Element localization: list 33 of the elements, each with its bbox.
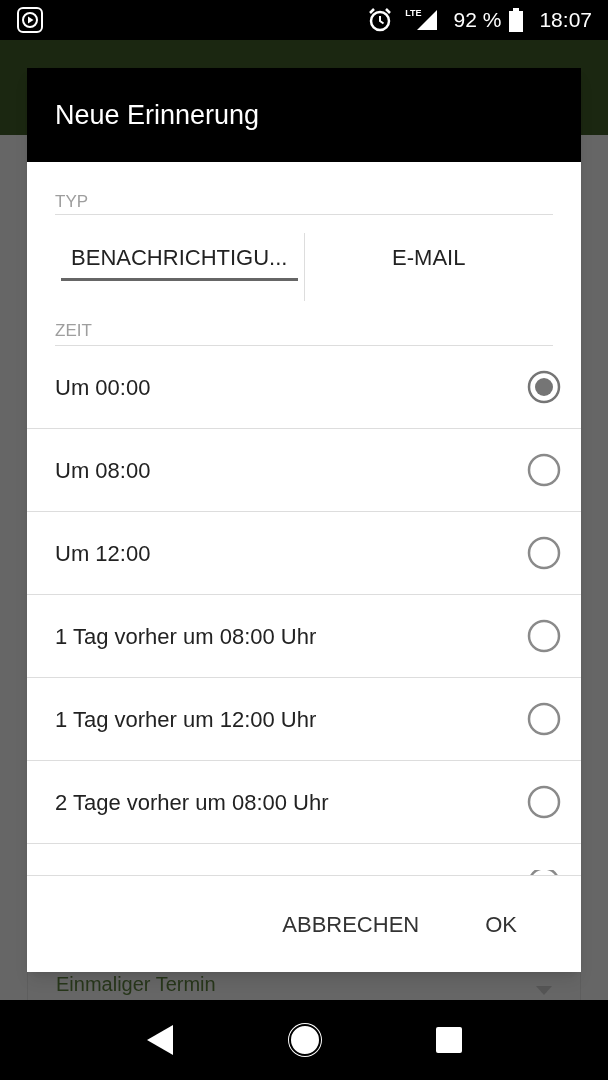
dropdown-value: Einmaliger Termin bbox=[56, 972, 216, 996]
radio-button[interactable] bbox=[527, 453, 561, 487]
option-label: 1 Tag vorher um 12:00 Uhr bbox=[55, 705, 317, 734]
home-icon[interactable] bbox=[286, 1021, 324, 1059]
option-label: 1 Tag vorher um 08:00 Uhr bbox=[55, 622, 317, 651]
option-row[interactable]: Um 08:00 bbox=[27, 429, 581, 512]
tab[interactable]: BENACHRICHTIGU... bbox=[61, 233, 298, 281]
section-label: ZEIT bbox=[55, 321, 553, 346]
option-label: Um 00:00 bbox=[55, 373, 151, 402]
option-row[interactable]: Um 12:00 bbox=[27, 512, 581, 595]
radio-button[interactable] bbox=[527, 702, 561, 736]
option-row[interactable]: 2 Tage vorher um 08:00 Uhr bbox=[27, 761, 581, 844]
radio-button[interactable] bbox=[527, 619, 561, 653]
battery-icon bbox=[509, 8, 524, 32]
tab[interactable]: E-MAIL bbox=[310, 233, 547, 281]
option-row[interactable]: Um 00:00 bbox=[27, 346, 581, 429]
dialog-button[interactable]: ABBRECHEN bbox=[274, 899, 428, 949]
radio-button[interactable] bbox=[527, 370, 561, 404]
section-label: TYP bbox=[55, 192, 553, 215]
dialog-title: Neue Erinnerung bbox=[55, 98, 260, 132]
option-label: Um 12:00 bbox=[55, 539, 151, 568]
radio-button[interactable] bbox=[527, 536, 561, 570]
option-row[interactable]: 1 Tag vorher um 12:00 Uhr bbox=[27, 678, 581, 761]
dialog-button[interactable]: OK bbox=[477, 899, 525, 949]
option-label: Um 08:00 bbox=[55, 456, 151, 485]
media-player-icon bbox=[16, 6, 44, 34]
option-label: 2 Tage vorher um 08:00 Uhr bbox=[55, 788, 329, 817]
radio-button[interactable] bbox=[527, 785, 561, 819]
back-icon[interactable] bbox=[146, 1024, 174, 1056]
battery-percent: 92 % bbox=[453, 7, 502, 34]
network-type: LTE bbox=[405, 7, 422, 20]
option-row[interactable]: 1 Tag vorher um 08:00 Uhr bbox=[27, 595, 581, 678]
clock: 18:07 bbox=[539, 7, 592, 34]
